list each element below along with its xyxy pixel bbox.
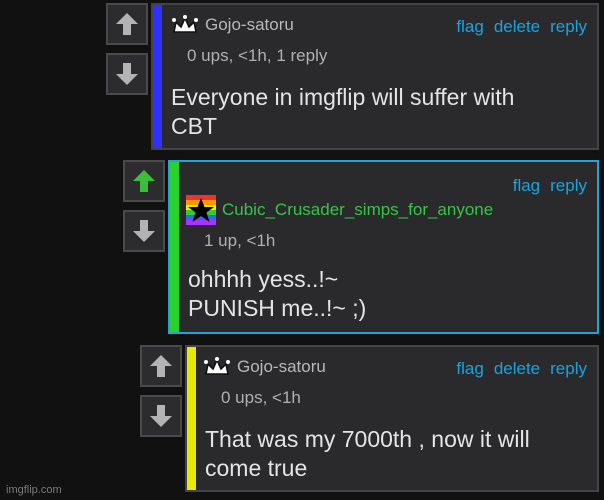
comment-meta: 0 ups, <1h, 1 reply [187,46,328,65]
upvote-button[interactable] [106,3,148,45]
upvote-button[interactable] [123,160,165,202]
author-row: Gojo-satoru [203,357,326,377]
comment-card-highlighted: flag reply Cubic_Crusader_simps_for_anyo… [168,160,599,334]
reply-link[interactable]: reply [550,359,587,379]
delete-link[interactable]: delete [494,17,540,37]
downvote-button[interactable] [106,53,148,95]
comment-body-line: ohhhh yess..!~ [188,266,339,292]
comment-body: That was my 7000th , now it will come tr… [205,425,530,483]
vote-column [140,345,182,437]
comment-actions: flag delete reply [456,17,587,37]
crown-icon [204,357,230,375]
comment-meta: 0 ups, <1h [221,388,301,407]
thread-bar [187,347,196,490]
reply-link[interactable]: reply [550,176,587,196]
up-arrow-icon [150,355,172,377]
author-row: Cubic_Crusader_simps_for_anyone [186,195,493,225]
author-row: Gojo-satoru [171,15,294,35]
crown-icon [172,15,198,33]
comment-body: Everyone in imgflip will suffer with CBT [171,83,514,141]
flag-link[interactable]: flag [456,359,483,379]
thread-bar [153,5,162,148]
comment-3 [140,345,182,437]
comment-actions: flag delete reply [456,359,587,379]
comment-body-line: CBT [171,113,217,139]
comment-card: Gojo-satoru flag delete reply 0 ups, <1h… [151,3,599,150]
thread-bar [170,162,179,332]
vote-column [123,160,165,252]
reply-link[interactable]: reply [550,17,587,37]
downvote-button[interactable] [123,210,165,252]
down-arrow-icon [116,63,138,85]
flag-link[interactable]: flag [513,176,540,196]
upvote-button[interactable] [140,345,182,387]
comment-2 [123,160,165,252]
comment-1 [106,3,148,95]
vote-column [106,3,148,95]
watermark: imgflip.com [6,484,62,496]
down-arrow-icon [150,405,172,427]
username[interactable]: Gojo-satoru [237,357,326,377]
flag-link[interactable]: flag [456,17,483,37]
downvote-button[interactable] [140,395,182,437]
up-arrow-icon [116,13,138,35]
avatar[interactable] [186,195,216,225]
comment-body-line: come true [205,455,308,481]
comment-actions: flag reply [513,176,587,196]
delete-link[interactable]: delete [494,359,540,379]
comment-body-line: Everyone in imgflip will suffer with [171,84,515,110]
comment-body-line: PUNISH me..!~ ;) [188,295,367,321]
up-arrow-icon [133,170,155,192]
comment-card: Gojo-satoru flag delete reply 0 ups, <1h… [185,345,599,492]
comment-body: ohhhh yess..!~ PUNISH me..!~ ;) [188,265,366,323]
comment-body-line: That was my 7000th , now it will [205,426,530,452]
username[interactable]: Gojo-satoru [205,15,294,35]
down-arrow-icon [133,220,155,242]
comment-meta: 1 up, <1h [204,231,276,250]
username[interactable]: Cubic_Crusader_simps_for_anyone [222,200,493,220]
